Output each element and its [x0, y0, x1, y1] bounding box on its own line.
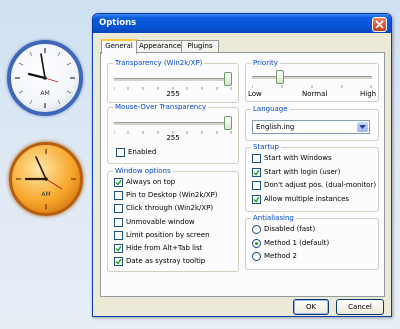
dropdown-arrow-button[interactable] [357, 122, 368, 132]
checkbox-label: Don't adjust pos. (dual-monitor) [264, 181, 377, 189]
priority-normal-label: Normal [302, 90, 328, 98]
priority-ticks [252, 85, 372, 88]
radio-label: Method 2 [264, 252, 297, 260]
priority-high-label: High [360, 90, 377, 98]
checkbox-label: Click through (Win2k/XP) [126, 204, 214, 213]
checkbox-label: Limit position by screen [126, 230, 210, 239]
transparency-value: 255 [166, 90, 180, 98]
priority-group: Priority Low Normal High [245, 59, 379, 102]
antialiasing-title: Antialiasing [251, 214, 296, 223]
radio-dot [255, 241, 258, 245]
transparency-group: Transparency (Win2k/XP) 255 [107, 59, 239, 103]
priority-low-label: Low [248, 90, 262, 98]
checkbox-box[interactable] [252, 181, 261, 190]
priority-title: Priority [251, 59, 280, 68]
priority-slider-track [252, 76, 372, 80]
checkbox-box[interactable] [114, 230, 123, 240]
checkbox-label: Date as systray tooltip [126, 257, 206, 266]
checkbox-box[interactable] [114, 191, 123, 201]
checkbox-box[interactable] [252, 167, 261, 177]
checkmark-icon [115, 245, 122, 252]
mouseover-slider-thumb[interactable] [224, 116, 232, 130]
transparency-title: Transparency (Win2k/XP) [113, 59, 205, 68]
language-group: Language English.ing [245, 105, 379, 141]
language-dropdown[interactable]: English.ing [252, 120, 370, 134]
window-options-group: Window options Always on top Pin to Deskt… [107, 167, 239, 272]
window-options-title: Window options [113, 167, 173, 176]
checkbox-label: Unmovable window [126, 217, 195, 226]
radio-label: Method 1 (default) [264, 238, 330, 247]
startup-group: Startup Start with Windows Start with log… [245, 143, 379, 212]
tab-general[interactable]: General [101, 39, 137, 54]
checkbox-label: Pin to Desktop (Win2k/XP) [126, 191, 218, 200]
tab-appearance[interactable]: Appearance [135, 40, 185, 52]
clock-face-icon [15, 48, 75, 108]
startup-title: Startup [251, 143, 281, 152]
ok-button[interactable]: OK [293, 299, 329, 315]
checkbox-box[interactable] [252, 154, 261, 163]
transparency-slider-track [114, 78, 232, 82]
checkbox-label: Start with login (user) [264, 167, 341, 176]
radio-circle[interactable] [252, 252, 261, 261]
window-title: Options [99, 18, 137, 28]
orange-analog-clock[interactable]: AM [9, 142, 83, 216]
checkbox-label: Enabled [128, 148, 157, 156]
checkmark-icon [253, 196, 260, 203]
close-button[interactable] [372, 17, 387, 32]
tab-plugins[interactable]: Plugins [181, 40, 219, 52]
checkbox-label: Hide from Alt+Tab list [126, 244, 203, 252]
checkbox-label: Allow multiple instances [264, 194, 350, 203]
radio-circle[interactable] [252, 225, 261, 234]
options-dialog: Options General Appearance Plugins Trans… [92, 13, 392, 317]
transparency-slider-thumb[interactable] [224, 72, 232, 86]
priority-slider-thumb[interactable] [276, 70, 284, 84]
checkbox-box[interactable] [252, 194, 261, 204]
clock-face-icon [16, 149, 76, 209]
checkbox-box[interactable] [114, 204, 123, 214]
checkbox-label: Start with Windows [264, 154, 332, 162]
checkbox-box[interactable] [114, 244, 123, 253]
checkmark-icon [115, 179, 122, 186]
mouseover-transparency-title: Mouse-Over Transparency [113, 103, 209, 112]
general-tab-panel: Transparency (Win2k/XP) 255 Mouse-Over T… [100, 52, 385, 297]
mouseover-slider-track [114, 122, 232, 126]
checkmark-icon [253, 169, 260, 176]
close-icon [375, 20, 384, 29]
cancel-button[interactable]: Cancel [336, 299, 384, 315]
clock-am-label: AM [41, 191, 51, 198]
checkbox-box[interactable] [114, 257, 123, 267]
language-selected-value: English.ing [256, 123, 295, 131]
language-title: Language [251, 105, 290, 114]
mouseover-transparency-group: Mouse-Over Transparency 255 Enabled [107, 103, 239, 164]
checkbox-box[interactable] [116, 148, 125, 157]
title-bar[interactable]: Options [93, 14, 391, 33]
checkmark-icon [115, 258, 122, 265]
antialiasing-group: Antialiasing Disabled (fast) Method 1 (de… [245, 214, 379, 270]
checkbox-box[interactable] [114, 217, 123, 227]
checkbox-box[interactable] [114, 178, 123, 187]
blue-analog-clock[interactable]: AM [7, 40, 83, 116]
mouseover-value: 255 [166, 134, 180, 142]
radio-label: Disabled (fast) [264, 225, 316, 233]
clock-am-label: AM [40, 90, 50, 97]
chevron-down-icon [359, 125, 366, 129]
checkbox-label: Always on top [126, 178, 176, 186]
radio-circle[interactable] [252, 238, 261, 248]
